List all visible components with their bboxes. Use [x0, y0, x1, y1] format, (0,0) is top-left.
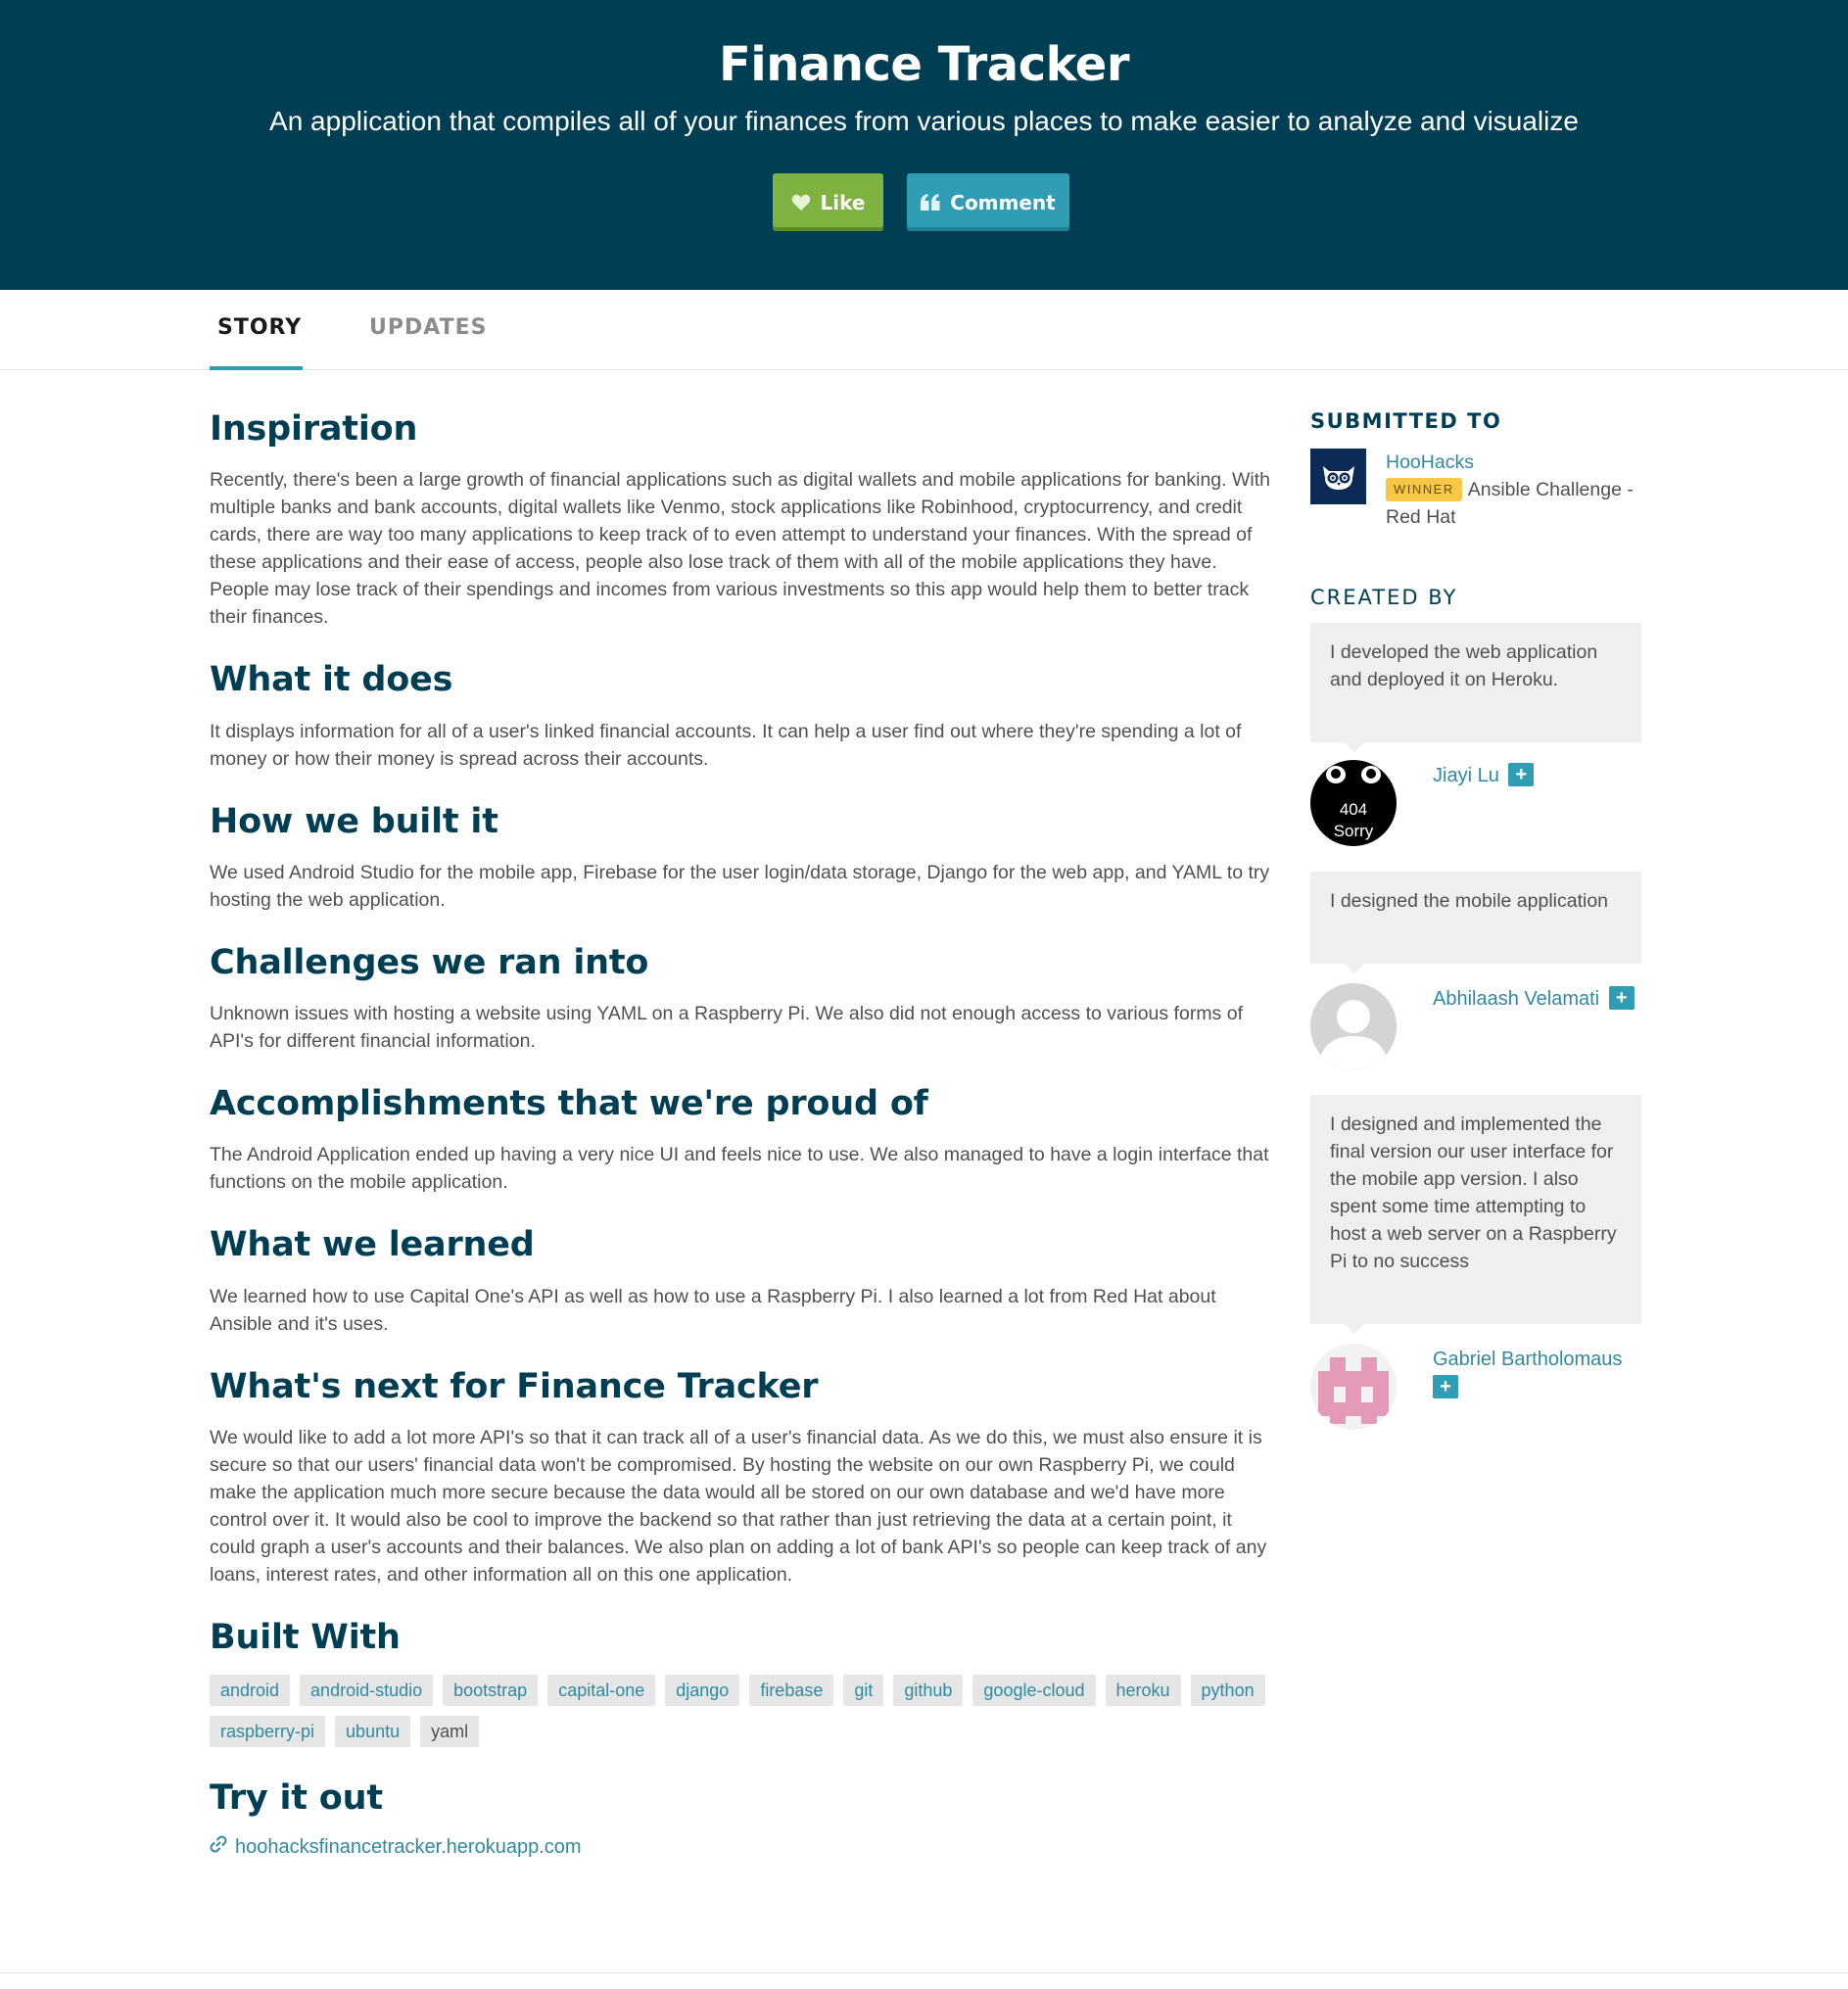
- footer-divider: [0, 1972, 1848, 1973]
- section-heading: Try it out: [210, 1778, 383, 1818]
- identicon-avatar[interactable]: [1310, 1344, 1397, 1430]
- heart-icon: [791, 194, 811, 212]
- member-bio: I developed the web application and depl…: [1310, 623, 1641, 752]
- member-name-text: Abhilaash Velamati: [1433, 988, 1600, 1010]
- link-icon: [210, 1835, 227, 1859]
- member-name-text: Jiayi Lu: [1433, 765, 1499, 786]
- section-try-it-out: Try it out hoohacksfinancetracker.heroku…: [210, 1778, 1273, 1859]
- header-actions: Like Comment: [0, 173, 1848, 231]
- sidebar: SUBMITTED TO HooHacks WINNER Ansible Chal…: [1310, 409, 1641, 1430]
- follow-plus-icon[interactable]: +: [1508, 763, 1535, 786]
- project-tagline: An application that compiles all of your…: [269, 106, 1579, 136]
- section-heading: Accomplishments that we're proud of: [210, 1084, 928, 1123]
- submission-card: HooHacks WINNER Ansible Challenge - Red H…: [1310, 449, 1641, 531]
- submitted-to-heading: SUBMITTED TO: [1310, 409, 1502, 433]
- tech-tag[interactable]: android: [210, 1675, 291, 1706]
- prize-line: WINNER Ansible Challenge - Red Hat: [1386, 476, 1641, 531]
- section-heading: Built With: [210, 1617, 401, 1657]
- tab-updates[interactable]: UPDATES: [369, 315, 487, 370]
- hackathon-link[interactable]: HooHacks: [1386, 449, 1641, 476]
- tech-tag[interactable]: capital-one: [547, 1675, 656, 1706]
- section-body: Unknown issues with hosting a website us…: [210, 1003, 1243, 1052]
- section-body: We would like to add a lot more API's so…: [210, 1426, 1267, 1586]
- tech-tag: yaml: [420, 1716, 480, 1747]
- section-heading: What it does: [210, 660, 453, 700]
- avatar-text: Sorry: [1333, 822, 1374, 840]
- section-heading: How we built it: [210, 801, 498, 841]
- hoohacks-owl-logo[interactable]: [1310, 449, 1366, 504]
- tab-story[interactable]: STORY: [210, 315, 303, 370]
- follow-plus-icon[interactable]: +: [1608, 986, 1635, 1010]
- tab-bar: STORY UPDATES: [0, 290, 1848, 370]
- section-how-we-built-it: How we built it We used Android Studio f…: [210, 802, 1273, 914]
- tech-tag[interactable]: github: [893, 1675, 964, 1706]
- section-inspiration: Inspiration Recently, there's been a lar…: [210, 409, 1273, 631]
- created-by-heading: CREATED BY: [1310, 586, 1458, 609]
- member-bio: I designed and implemented the final ver…: [1310, 1095, 1641, 1334]
- like-label: Like: [820, 190, 866, 214]
- section-challenges: Challenges we ran into Unknown issues wi…: [210, 943, 1273, 1055]
- default-avatar-icon[interactable]: [1310, 983, 1397, 1069]
- section-heading: What's next for Finance Tracker: [210, 1366, 819, 1406]
- member-name[interactable]: Abhilaash Velamati +: [1433, 985, 1635, 1069]
- section-built-with: Built With android android-studio bootst…: [210, 1618, 1273, 1747]
- tech-tag[interactable]: android-studio: [300, 1675, 434, 1706]
- comment-label: Comment: [950, 190, 1056, 214]
- tech-tag-list: android android-studio bootstrap capital…: [210, 1675, 1273, 1747]
- tech-tag[interactable]: django: [665, 1675, 740, 1706]
- section-accomplishments: Accomplishments that we're proud of The …: [210, 1084, 1273, 1196]
- section-body: The Android Application ended up having …: [210, 1144, 1269, 1194]
- team-member: 404 Sorry Jiayi Lu +: [1310, 760, 1641, 846]
- section-heading: What we learned: [210, 1225, 535, 1265]
- try-it-out-url: hoohacksfinancetracker.herokuapp.com: [235, 1835, 582, 1858]
- winner-badge: WINNER: [1386, 478, 1462, 501]
- try-it-out-link[interactable]: hoohacksfinancetracker.herokuapp.com: [210, 1835, 1273, 1859]
- tech-tag[interactable]: raspberry-pi: [210, 1716, 326, 1747]
- tech-tag[interactable]: python: [1190, 1675, 1265, 1706]
- section-what-it-does: What it does It displays information for…: [210, 660, 1273, 772]
- section-heading: Challenges we ran into: [210, 942, 649, 982]
- team-member: Gabriel Bartholomaus +: [1310, 1344, 1641, 1430]
- section-body: We learned how to use Capital One's API …: [210, 1285, 1216, 1335]
- tech-tag[interactable]: ubuntu: [335, 1716, 411, 1747]
- member-name-text: Gabriel Bartholomaus: [1433, 1349, 1623, 1370]
- story-content: Inspiration Recently, there's been a lar…: [210, 409, 1273, 1859]
- team-member: Abhilaash Velamati +: [1310, 983, 1641, 1069]
- section-body: Recently, there's been a large growth of…: [210, 469, 1270, 629]
- comment-button[interactable]: Comment: [907, 173, 1069, 231]
- follow-plus-icon[interactable]: +: [1433, 1375, 1458, 1398]
- project-header: Finance Tracker An application that comp…: [0, 0, 1848, 290]
- avatar[interactable]: 404 Sorry: [1310, 760, 1397, 846]
- tech-tag[interactable]: firebase: [749, 1675, 834, 1706]
- tech-tag[interactable]: heroku: [1105, 1675, 1181, 1706]
- tech-tag[interactable]: git: [843, 1675, 884, 1706]
- tech-tag[interactable]: bootstrap: [443, 1675, 539, 1706]
- section-heading: Inspiration: [210, 409, 418, 449]
- section-body: We used Android Studio for the mobile ap…: [210, 861, 1270, 911]
- member-name[interactable]: Gabriel Bartholomaus +: [1433, 1346, 1641, 1430]
- member-bio: I designed the mobile application: [1310, 872, 1641, 973]
- section-whats-next: What's next for Finance Tracker We would…: [210, 1367, 1273, 1588]
- quote-icon: [921, 194, 940, 211]
- section-body: It displays information for all of a use…: [210, 720, 1242, 770]
- member-name[interactable]: Jiayi Lu +: [1433, 762, 1535, 846]
- avatar-text: 404: [1339, 800, 1368, 819]
- project-title: Finance Tracker: [718, 37, 1130, 92]
- tech-tag[interactable]: google-cloud: [972, 1675, 1096, 1706]
- submission-info: HooHacks WINNER Ansible Challenge - Red H…: [1386, 449, 1641, 531]
- like-button[interactable]: Like: [773, 173, 883, 231]
- section-what-we-learned: What we learned We learned how to use Ca…: [210, 1225, 1273, 1337]
